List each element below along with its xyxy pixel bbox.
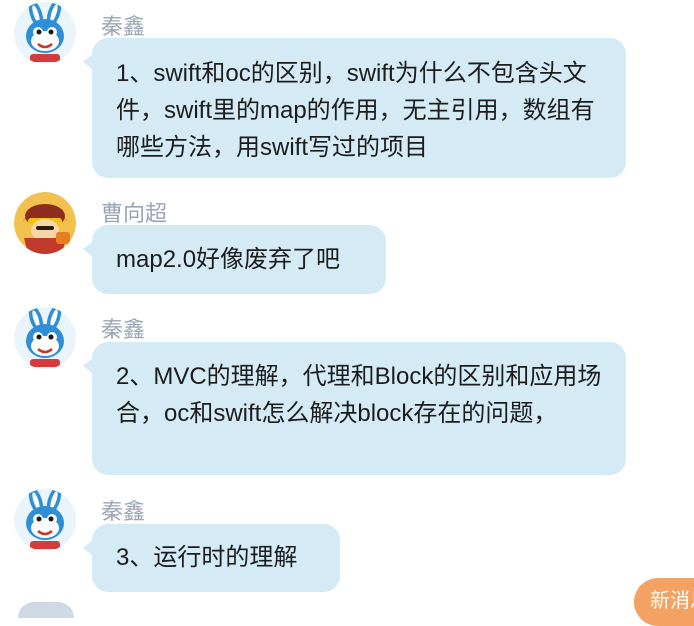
- bubble-tail: [83, 358, 93, 374]
- message-bubble[interactable]: map2.0好像废弃了吧: [83, 225, 386, 294]
- message-bubble[interactable]: 1、swift和oc的区别，swift为什么不包含头文件，swift里的map的…: [83, 38, 626, 178]
- new-message-button[interactable]: 新消息: [634, 578, 694, 626]
- message-bubble[interactable]: 3、运行时的理解: [83, 524, 340, 592]
- blue-bunny-avatar[interactable]: [14, 2, 76, 64]
- sender-name: 秦鑫: [101, 317, 146, 342]
- message-text: map2.0好像废弃了吧: [116, 246, 341, 273]
- bubble-tail: [83, 241, 93, 257]
- bubble-tail: [83, 54, 93, 70]
- red-armored-warrior-avatar[interactable]: [14, 192, 76, 254]
- sender-name: 秦鑫: [101, 499, 146, 524]
- sender-name: 秦鑫: [101, 14, 146, 39]
- message-bubble[interactable]: 2、MVC的理解，代理和Block的区别和应用场合，oc和swift怎么解决bl…: [83, 342, 626, 475]
- blue-bunny-avatar[interactable]: [14, 307, 76, 369]
- next-avatar-partial: [18, 602, 74, 618]
- message-text: 3、运行时的理解: [116, 544, 298, 571]
- blue-bunny-avatar[interactable]: [14, 489, 76, 551]
- message-text: 1、swift和oc的区别，swift为什么不包含头文件，swift里的map的…: [116, 60, 595, 161]
- bubble-tail: [83, 540, 93, 556]
- message-text: 2、MVC的理解，代理和Block的区别和应用场合，oc和swift怎么解决bl…: [116, 363, 602, 427]
- chat-history: 秦鑫 1、swift和oc的区别，swift为什么不包含头文件，swift里的m…: [0, 0, 694, 626]
- sender-name: 曹向超: [101, 201, 168, 226]
